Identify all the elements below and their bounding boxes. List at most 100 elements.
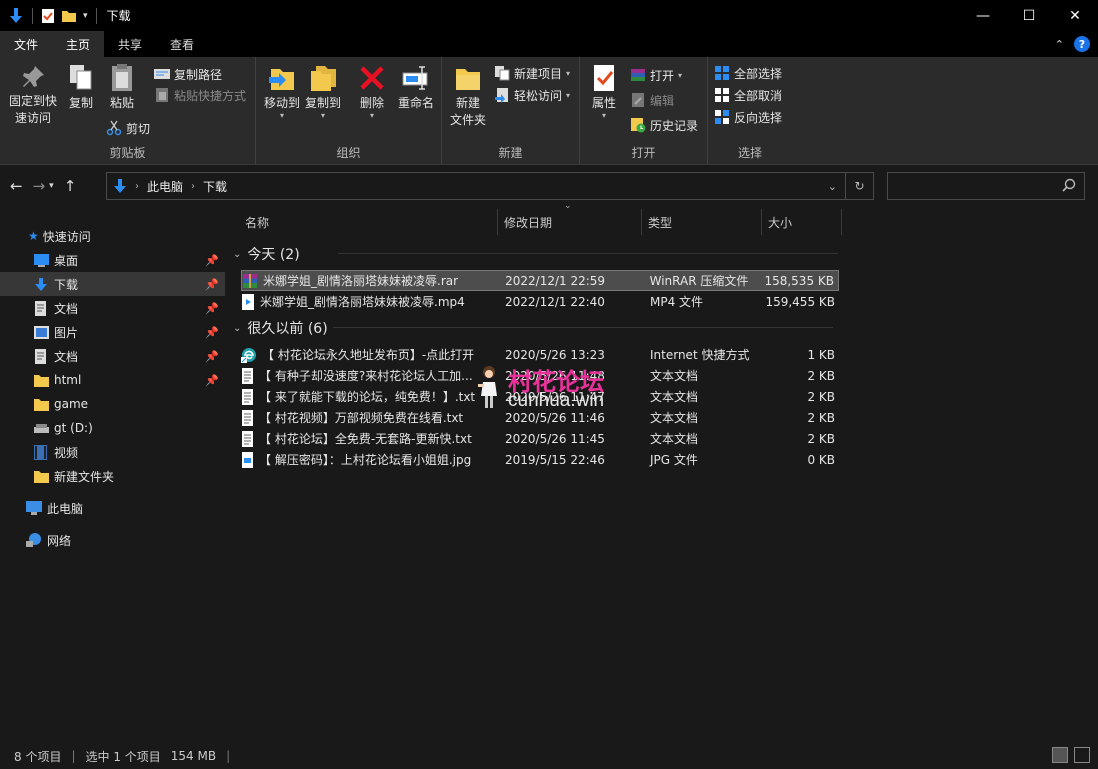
tab-file[interactable]: 文件 <box>0 31 53 57</box>
new-folder-button[interactable]: 新建 文件夹 <box>446 63 490 129</box>
new-folder-quick-icon[interactable] <box>61 8 77 24</box>
easy-access-button[interactable]: 轻松访问 ▾ <box>494 85 570 105</box>
large-icons-view-icon[interactable] <box>1074 747 1090 763</box>
breadcrumb-separator-icon[interactable]: › <box>191 181 195 192</box>
properties-check-icon[interactable] <box>41 8 55 24</box>
breadcrumb-downloads[interactable]: 下载 <box>203 178 227 195</box>
close-button[interactable]: ✕ <box>1052 0 1098 31</box>
maximize-button[interactable]: ☐ <box>1006 0 1052 31</box>
copy-path-label: 复制路径 <box>174 67 223 82</box>
column-header-size[interactable]: 大小 <box>762 209 842 235</box>
group-header-long-ago[interactable]: ⌄ 很久以前 (6) <box>233 318 843 338</box>
nav-item-pictures[interactable]: 图片 📌 <box>0 320 225 344</box>
quick-access-node[interactable]: ★ 快速访问 <box>0 224 225 248</box>
forward-arrow-icon[interactable]: → <box>33 177 46 195</box>
nav-item-downloads[interactable]: 下载 📌 <box>0 272 225 296</box>
nav-item-videos[interactable]: 视频 <box>0 440 225 464</box>
group-header-today[interactable]: ⌄ 今天 (2) <box>233 244 843 264</box>
search-input[interactable] <box>887 172 1085 200</box>
column-header-name[interactable]: 名称 <box>239 209 498 235</box>
pin-icon[interactable]: 📌 <box>205 350 219 363</box>
delete-button[interactable]: 删除 ▾ <box>354 63 390 120</box>
pin-quick-access-button[interactable]: 固定到快 速访问 <box>6 63 60 127</box>
column-header-date[interactable]: ⌄ 修改日期 <box>498 201 642 235</box>
nav-item-drive-d[interactable]: gt (D:) <box>0 416 225 440</box>
back-arrow-icon[interactable]: ← <box>10 177 23 195</box>
pin-icon[interactable]: 📌 <box>205 374 219 387</box>
properties-button[interactable]: 属性 ▾ <box>586 63 622 120</box>
select-none-label: 全部取消 <box>734 88 783 103</box>
nav-item-html[interactable]: html 📌 <box>0 368 225 392</box>
paste-button[interactable]: 粘贴 <box>104 63 140 112</box>
file-date: 2022/12/1 22:40 <box>505 294 605 309</box>
file-row[interactable]: 【 有种子却没速度?来村花论坛人工加... 2020/5/26 11:48 文本… <box>241 365 839 386</box>
refresh-button[interactable]: ↻ <box>846 172 874 200</box>
nav-item-new-folder[interactable]: 新建文件夹 <box>0 464 225 488</box>
tab-view[interactable]: 查看 <box>156 31 208 57</box>
nav-item-game[interactable]: game <box>0 392 225 416</box>
up-arrow-icon[interactable]: ↑ <box>64 177 77 195</box>
cut-button[interactable]: 剪切 <box>106 118 150 138</box>
details-view-icon[interactable] <box>1052 747 1068 763</box>
refresh-icon: ↻ <box>854 179 865 193</box>
file-row[interactable]: 【 村花论坛永久地址发布页】-点此打开 2020/5/26 13:23 Inte… <box>241 344 839 365</box>
file-row[interactable]: 【 村花论坛】全免费-无套路-更新快.txt 2020/5/26 11:45 文… <box>241 428 839 449</box>
pin-icon[interactable]: 📌 <box>205 326 219 339</box>
tab-home[interactable]: 主页 <box>52 31 105 57</box>
file-row[interactable]: 【 来了就能下载的论坛，纯免费！】.txt 2020/5/26 11:47 文本… <box>241 386 839 407</box>
pin-icon[interactable]: 📌 <box>205 278 219 291</box>
customize-toolbar-icon[interactable]: ▾ <box>83 11 88 21</box>
column-header-type[interactable]: 类型 <box>642 209 762 235</box>
download-arrow-icon[interactable] <box>8 7 24 25</box>
copy-path-button[interactable]: 复制路径 <box>154 64 222 84</box>
invert-selection-button[interactable]: 反向选择 <box>714 107 782 127</box>
collapse-ribbon-icon[interactable]: ⌃ <box>1055 38 1064 51</box>
nav-item-network[interactable]: 网络 <box>0 528 225 552</box>
tab-share[interactable]: 共享 <box>104 31 156 57</box>
minimize-button[interactable]: — <box>960 0 1006 31</box>
copy-to-button[interactable]: 复制到 ▾ <box>303 63 343 120</box>
file-row[interactable]: 米娜学姐_剧情洛丽塔妹妹被凌辱.mp4 2022/12/1 22:40 MP4 … <box>241 291 839 312</box>
image-file-icon <box>242 451 253 468</box>
file-name: 【 村花视频】万部视频免费在线看.txt <box>259 411 464 425</box>
rename-icon <box>402 66 428 90</box>
history-button[interactable]: 历史记录 <box>630 115 698 135</box>
navigation-pane: ★ 快速访问 桌面 📌 下载 📌 文档 📌 图片 📌 文档 📌 html 📌 g… <box>0 208 225 743</box>
file-type: WinRAR 压缩文件 <box>649 274 749 288</box>
collapse-chevron-icon: ⌄ <box>233 322 242 334</box>
paste-shortcut-label: 粘贴快捷方式 <box>174 88 247 103</box>
breadcrumb-separator-icon[interactable]: › <box>135 181 139 192</box>
file-row[interactable]: 【 村花视频】万部视频免费在线看.txt 2020/5/26 11:46 文本文… <box>241 407 839 428</box>
recent-locations-chevron-icon[interactable]: ▾ <box>49 181 54 191</box>
copy-button[interactable]: 复制 <box>64 63 98 112</box>
open-dropdown-icon: ▾ <box>678 70 683 80</box>
paste-label: 粘贴 <box>109 96 134 110</box>
status-divider: | <box>71 749 76 763</box>
edit-button[interactable]: 编辑 <box>630 90 674 110</box>
address-bar[interactable]: › 此电脑 › 下载 ⌄ <box>106 172 846 200</box>
rename-button[interactable]: 重命名 <box>394 63 438 112</box>
new-item-button[interactable]: 新建项目 ▾ <box>494 63 570 83</box>
pin-icon[interactable]: 📌 <box>205 302 219 315</box>
pin-icon[interactable]: 📌 <box>205 254 219 267</box>
delete-dropdown-icon: ▾ <box>369 111 374 120</box>
file-date: 2019/5/15 22:46 <box>505 452 605 467</box>
nav-item-documents-2[interactable]: 文档 📌 <box>0 344 225 368</box>
file-row[interactable]: 米娜学姐_剧情洛丽塔妹妹被凌辱.rar 2022/12/1 22:59 WinR… <box>241 270 839 291</box>
select-none-button[interactable]: 全部取消 <box>714 85 782 105</box>
title-bar: ▾ 下载 — ☐ ✕ <box>0 0 1098 31</box>
file-size: 158,535 KB <box>764 273 834 288</box>
file-row[interactable]: 【 解压密码】：上村花论坛看小姐姐.jpg 2019/5/15 22:46 JP… <box>241 449 839 470</box>
move-to-button[interactable]: 移动到 ▾ <box>262 63 302 120</box>
paste-shortcut-button[interactable]: 粘贴快捷方式 <box>154 85 246 105</box>
nav-item-documents[interactable]: 文档 📌 <box>0 296 225 320</box>
select-all-button[interactable]: 全部选择 <box>714 63 782 83</box>
new-group-label: 新建 <box>498 146 523 160</box>
open-button[interactable]: 打开 ▾ <box>630 65 682 85</box>
nav-item-this-pc[interactable]: 此电脑 <box>0 496 225 520</box>
breadcrumb-this-pc[interactable]: 此电脑 <box>147 178 183 195</box>
edit-label: 编辑 <box>650 93 675 108</box>
address-dropdown-icon[interactable]: ⌄ <box>828 180 837 193</box>
nav-item-desktop[interactable]: 桌面 📌 <box>0 248 225 272</box>
help-icon[interactable]: ? <box>1074 36 1090 52</box>
